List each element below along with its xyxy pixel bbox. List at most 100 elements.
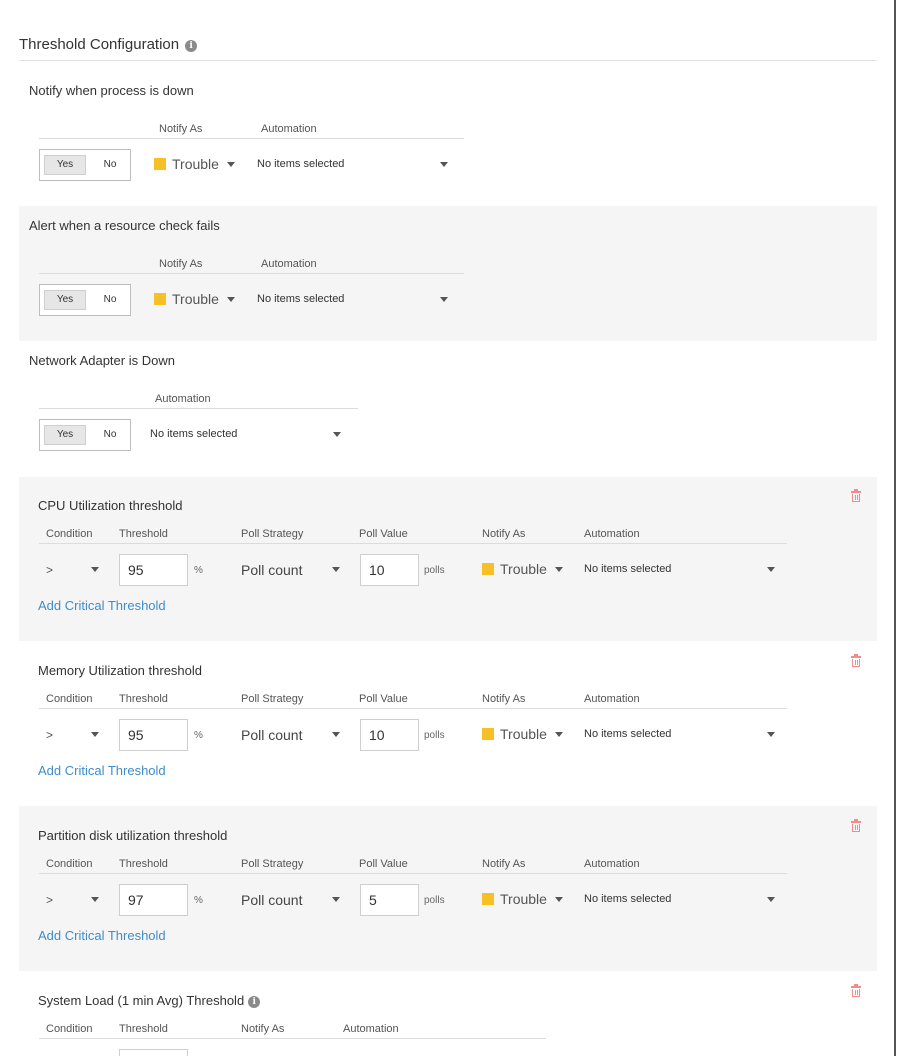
automation-dropdown[interactable]: No items selected [584, 563, 671, 581]
header-divider [39, 408, 358, 409]
page-header: Threshold Configuration i [19, 28, 877, 61]
chevron-down-icon[interactable] [332, 897, 340, 902]
threshold-configuration-page: Threshold Configuration i Notify when pro… [0, 0, 894, 1056]
yes-option[interactable]: Yes [44, 290, 86, 310]
no-option[interactable]: No [92, 155, 128, 175]
threshold-input[interactable]: 95 [119, 554, 188, 586]
condition-select[interactable]: > [46, 893, 53, 907]
delete-icon[interactable] [851, 654, 861, 667]
section-title: Notify when process is down [29, 83, 194, 98]
col-notify-as: Notify As [241, 1023, 285, 1035]
polls-unit: polls [424, 565, 445, 576]
col-threshold: Threshold [119, 528, 168, 540]
polls-unit: polls [424, 895, 445, 906]
col-poll-value: Poll Value [359, 858, 408, 870]
info-icon[interactable]: i [185, 40, 198, 52]
delete-icon[interactable] [851, 819, 861, 832]
chevron-down-icon[interactable] [91, 897, 99, 902]
threshold-input[interactable]: 95 [119, 719, 188, 751]
col-automation: Automation [584, 693, 640, 705]
col-poll-value: Poll Value [359, 528, 408, 540]
chevron-down-icon[interactable] [332, 732, 340, 737]
delete-icon[interactable] [851, 489, 861, 502]
poll-value-input[interactable]: 10 [360, 554, 419, 586]
no-option[interactable]: No [92, 425, 128, 445]
col-automation: Automation [155, 393, 211, 405]
threshold-input[interactable]: 97 [119, 884, 188, 916]
trouble-color-swatch [154, 293, 166, 305]
col-notify-as: Notify As [159, 258, 203, 270]
automation-dropdown[interactable]: No items selected [150, 428, 237, 446]
section-title: CPU Utilization threshold [38, 498, 183, 513]
col-poll-strategy: Poll Strategy [241, 528, 304, 540]
chevron-down-icon[interactable] [91, 567, 99, 572]
chevron-down-icon[interactable] [440, 297, 448, 302]
percent-unit: % [194, 730, 203, 741]
header-divider [39, 873, 787, 874]
no-option[interactable]: No [92, 290, 128, 310]
chevron-down-icon [554, 897, 563, 902]
window-edge [894, 0, 896, 1056]
chevron-down-icon [226, 297, 235, 302]
chevron-down-icon[interactable] [767, 897, 775, 902]
section-title: System Load (1 min Avg) Threshold i [38, 993, 261, 1008]
add-critical-threshold-link[interactable]: Add Critical Threshold [38, 763, 166, 778]
poll-strategy-select[interactable]: Poll count [241, 727, 302, 743]
header-divider [39, 1038, 546, 1039]
chevron-down-icon[interactable] [91, 732, 99, 737]
add-critical-threshold-link[interactable]: Add Critical Threshold [38, 598, 166, 613]
add-critical-threshold-link[interactable]: Add Critical Threshold [38, 928, 166, 943]
chevron-down-icon [554, 567, 563, 572]
page-title: Threshold Configuration i [19, 36, 198, 53]
chevron-down-icon[interactable] [333, 432, 341, 437]
condition-select[interactable]: > [46, 563, 53, 577]
chevron-down-icon [226, 162, 235, 167]
notify-as-dropdown[interactable]: Trouble [482, 561, 563, 579]
section-network-adapter: Network Adapter is Down Automation Yes N… [19, 341, 877, 477]
threshold-input[interactable] [119, 1049, 188, 1056]
section-partition-threshold: Partition disk utilization threshold Con… [19, 806, 877, 971]
condition-select[interactable]: > [46, 728, 53, 742]
chevron-down-icon[interactable] [332, 567, 340, 572]
section-title: Alert when a resource check fails [29, 218, 220, 233]
chevron-down-icon[interactable] [767, 567, 775, 572]
automation-dropdown[interactable]: No items selected [257, 293, 344, 311]
delete-icon[interactable] [851, 984, 861, 997]
automation-dropdown[interactable]: No items selected [584, 893, 671, 911]
percent-unit: % [194, 895, 203, 906]
section-cpu-threshold: CPU Utilization threshold Condition Thre… [19, 477, 877, 641]
col-condition: Condition [46, 693, 93, 705]
polls-unit: polls [424, 730, 445, 741]
col-automation: Automation [584, 858, 640, 870]
header-divider [39, 273, 464, 274]
poll-value-input[interactable]: 10 [360, 719, 419, 751]
col-condition: Condition [46, 528, 93, 540]
yes-option[interactable]: Yes [44, 155, 86, 175]
automation-dropdown[interactable]: No items selected [257, 158, 344, 176]
chevron-down-icon[interactable] [767, 732, 775, 737]
chevron-down-icon[interactable] [440, 162, 448, 167]
section-title: Memory Utilization threshold [38, 663, 203, 678]
yes-no-toggle[interactable]: Yes No [39, 284, 131, 316]
notify-as-dropdown[interactable]: Trouble [482, 891, 563, 909]
poll-strategy-select[interactable]: Poll count [241, 892, 302, 908]
notify-as-dropdown[interactable]: Trouble [154, 291, 235, 309]
poll-value-input[interactable]: 5 [360, 884, 419, 916]
yes-no-toggle[interactable]: Yes No [39, 419, 131, 451]
poll-strategy-select[interactable]: Poll count [241, 562, 302, 578]
col-poll-value: Poll Value [359, 693, 408, 705]
col-poll-strategy: Poll Strategy [241, 858, 304, 870]
col-automation: Automation [261, 123, 317, 135]
info-icon[interactable]: i [248, 996, 261, 1008]
yes-no-toggle[interactable]: Yes No [39, 149, 131, 181]
automation-dropdown[interactable]: No items selected [584, 728, 671, 746]
notify-as-dropdown[interactable]: Trouble [154, 156, 235, 174]
col-threshold: Threshold [119, 1023, 168, 1035]
col-poll-strategy: Poll Strategy [241, 693, 304, 705]
section-memory-threshold: Memory Utilization threshold Condition T… [19, 641, 877, 806]
col-notify-as: Notify As [482, 693, 526, 705]
col-condition: Condition [46, 1023, 93, 1035]
percent-unit: % [194, 565, 203, 576]
notify-as-dropdown[interactable]: Trouble [482, 726, 563, 744]
yes-option[interactable]: Yes [44, 425, 86, 445]
